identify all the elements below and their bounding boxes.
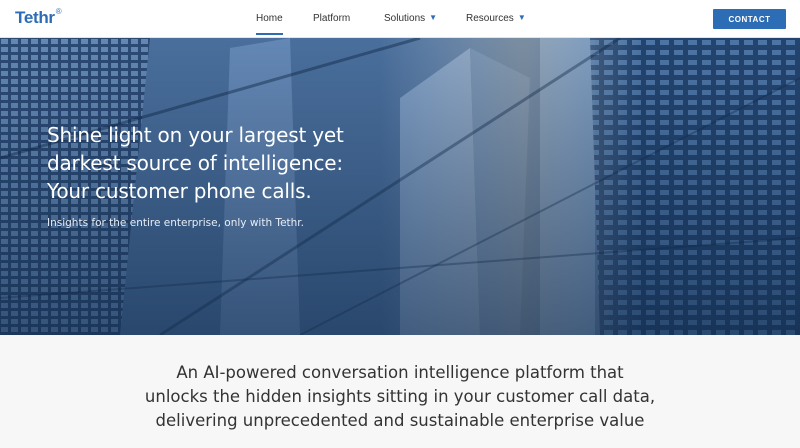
chevron-down-icon: ▼: [517, 13, 526, 22]
nav-home-label: Home: [256, 13, 283, 24]
hero-content: Shine light on your largest yet darkest …: [47, 121, 427, 229]
contact-button[interactable]: CONTACT: [713, 9, 786, 29]
nav-home[interactable]: Home: [256, 13, 283, 35]
nav-platform[interactable]: Platform: [313, 13, 350, 24]
hero-title-line: Shine light on your largest yet: [47, 123, 344, 147]
nav-resources[interactable]: Resources ▼: [466, 13, 526, 24]
value-line: delivering unprecedented and sustainable…: [155, 411, 645, 430]
value-proposition-section: An AI-powered conversation intelligence …: [0, 335, 800, 448]
value-line: unlocks the hidden insights sitting in y…: [144, 387, 656, 406]
logo-text: Tethr: [15, 8, 55, 27]
nav-solutions[interactable]: Solutions ▼: [384, 13, 437, 24]
value-proposition-text: An AI-powered conversation intelligence …: [90, 361, 710, 433]
hero-title: Shine light on your largest yet darkest …: [47, 121, 427, 205]
hero-subtitle: Insights for the entire enterprise, only…: [47, 217, 304, 229]
hero-title-line: darkest source of intelligence:: [47, 151, 343, 175]
registered-mark: ®: [55, 7, 62, 17]
value-line: An AI-powered conversation intelligence …: [176, 363, 624, 382]
hero-section: Shine light on your largest yet darkest …: [0, 38, 800, 335]
nav-resources-label: Resources: [466, 13, 514, 24]
nav-platform-label: Platform: [313, 13, 351, 24]
tethr-logo[interactable]: Tethr®: [15, 7, 62, 28]
chevron-down-icon: ▼: [429, 13, 438, 22]
hero-title-line: Your customer phone calls.: [47, 179, 312, 203]
site-header: Tethr® Home Platform Solutions ▼ Resource…: [0, 0, 800, 38]
nav-solutions-label: Solutions: [384, 13, 426, 24]
